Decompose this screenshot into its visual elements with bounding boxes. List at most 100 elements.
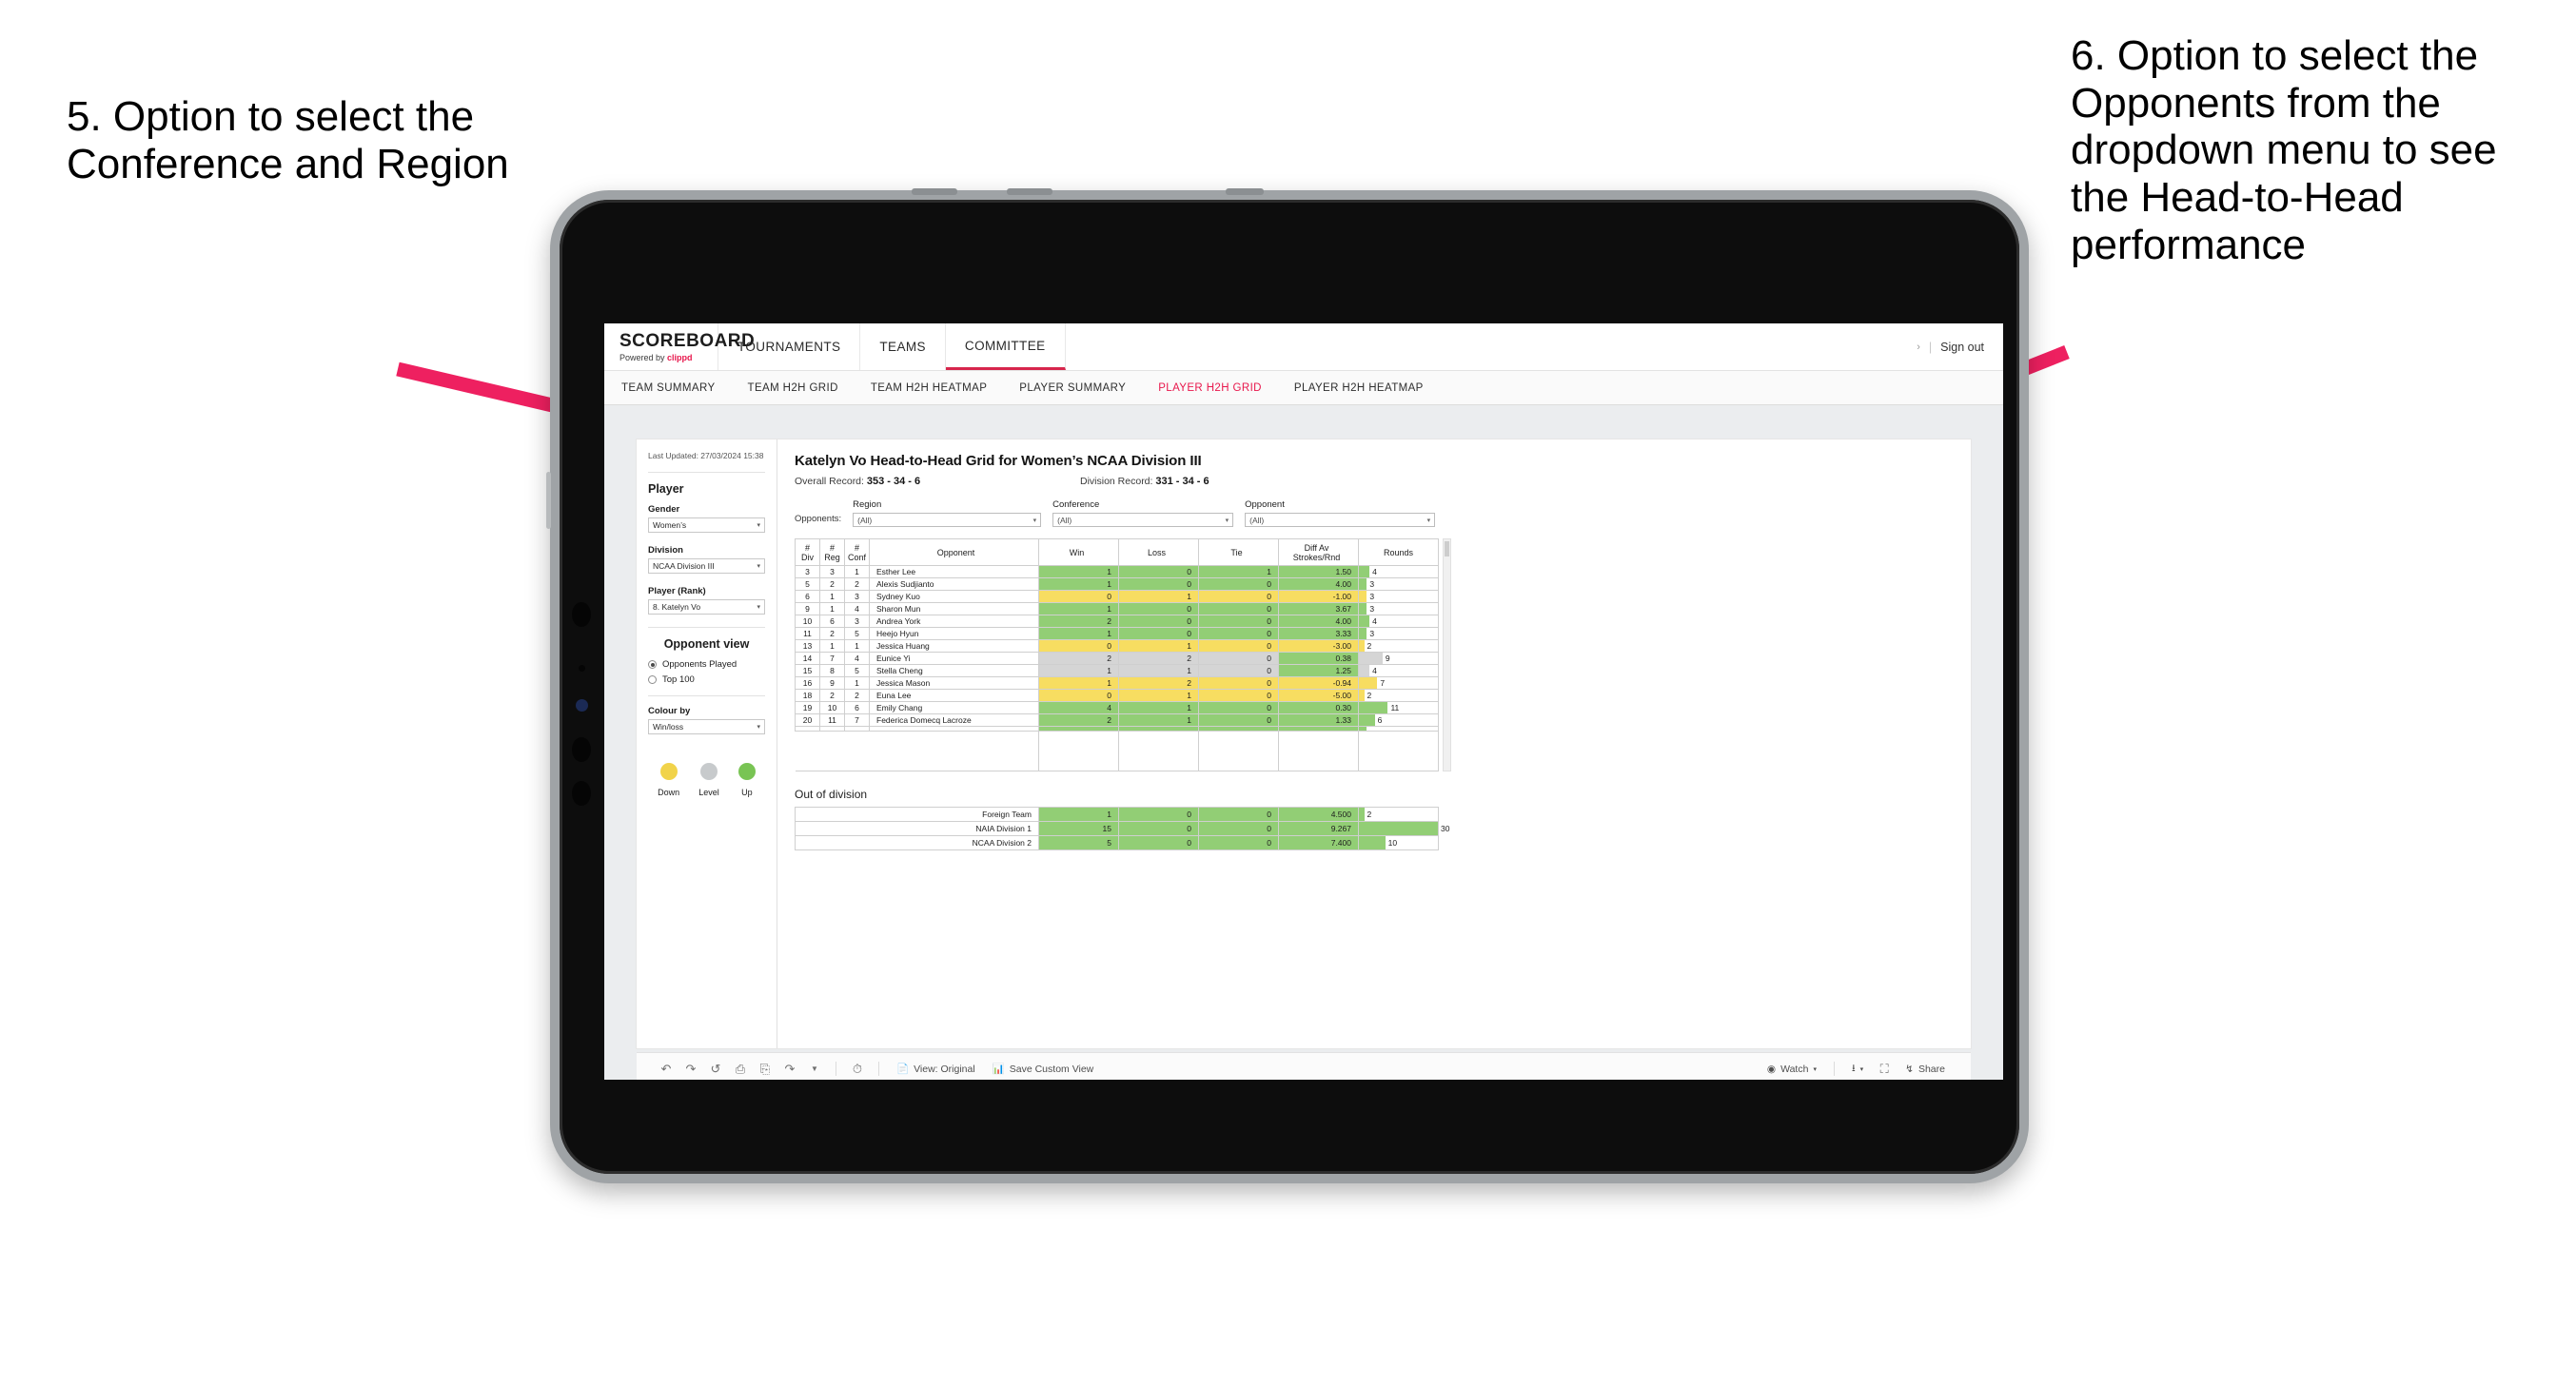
conference-dropdown[interactable]: (All) ▾ bbox=[1052, 513, 1234, 527]
tablet-bezel: SCOREBOARD Powered by clippd TOURNAMENTS… bbox=[560, 200, 2019, 1174]
conference-value: (All) bbox=[1057, 515, 1072, 525]
col-header-opponent: Opponent bbox=[869, 538, 1040, 566]
table-row[interactable]: 5 2 2 Alexis Sudjianto 1 0 0 4.00 3 bbox=[795, 577, 1440, 591]
cell-conf: 5 bbox=[843, 664, 871, 677]
opponent-dropdown[interactable]: (All) ▾ bbox=[1245, 513, 1436, 527]
table-row[interactable]: 20 11 7 Federica Domecq Lacroze 2 1 0 1.33 6 bbox=[795, 713, 1440, 727]
cell-div: 9 bbox=[795, 602, 820, 615]
table-row[interactable]: 15 8 5 Stella Cheng 1 1 0 1.25 4 bbox=[795, 664, 1440, 677]
share-button[interactable]: ↯ Share bbox=[1897, 1064, 1954, 1075]
dashboard-card: Last Updated: 27/03/2024 15:38 Player Ge… bbox=[637, 439, 1971, 1048]
player-rank-select[interactable]: 8. Katelyn Vo ▾ bbox=[648, 599, 765, 615]
bottom-toolbar: ↶ ↷ ↺ ⎙ ⎘ ↷ ▼ ⏱ 📄 View: Original 📊 Save … bbox=[637, 1052, 1971, 1080]
redo-arrow-icon[interactable]: ↷ bbox=[777, 1062, 802, 1077]
chevron-right-icon[interactable]: › bbox=[1917, 342, 1920, 353]
cell-diff: 1.25 bbox=[1278, 664, 1360, 677]
filters-row: Opponents: Region (All) ▾ Conference (Al… bbox=[795, 499, 1954, 527]
watch-label: Watch bbox=[1780, 1063, 1809, 1075]
subnav-player-h2h-heatmap[interactable]: PLAYER H2H HEATMAP bbox=[1294, 382, 1424, 394]
cell-group-name: NCAA Division 2 bbox=[795, 835, 1039, 850]
cell-tie: 0 bbox=[1198, 577, 1280, 591]
cell-tie: 1 bbox=[1198, 565, 1280, 578]
undo-icon[interactable]: ↶ bbox=[654, 1062, 678, 1077]
radio-top-100[interactable]: Top 100 bbox=[648, 674, 765, 685]
nav-item-teams[interactable]: TEAMS bbox=[860, 323, 946, 370]
cell-rounds: 4 bbox=[1358, 565, 1440, 578]
col-header-win: Win bbox=[1038, 538, 1120, 566]
subnav-team-h2h-heatmap[interactable]: TEAM H2H HEATMAP bbox=[871, 382, 987, 394]
table-row[interactable]: 10 6 3 Andrea York 2 0 0 4.00 4 bbox=[795, 615, 1440, 628]
download-button[interactable]: ⭳ ▾ bbox=[1843, 1061, 1872, 1078]
legend-item-level: Level bbox=[698, 763, 719, 797]
out-of-division-row[interactable]: NCAA Division 2 5 0 0 7.400 10 bbox=[795, 835, 1439, 850]
device-button-c bbox=[1226, 188, 1264, 195]
annotation-5-text: 5. Option to select the Conference and R… bbox=[67, 93, 509, 187]
h2h-table: # Div # Reg # Conf Opponent Win Loss Tie Di… bbox=[795, 538, 1440, 771]
table-row[interactable]: 13 1 1 Jessica Huang 0 1 0 -3.00 2 bbox=[795, 639, 1440, 653]
cell-rounds: 2 bbox=[1358, 807, 1439, 822]
region-dropdown[interactable]: (All) ▾ bbox=[853, 513, 1042, 527]
cell-diff: 0.30 bbox=[1278, 701, 1360, 714]
subnav-team-summary[interactable]: TEAM SUMMARY bbox=[621, 382, 716, 394]
filter-sidebar: Last Updated: 27/03/2024 15:38 Player Ge… bbox=[637, 439, 777, 1048]
table-row[interactable]: 9 1 4 Sharon Mun 1 0 0 3.67 3 bbox=[795, 602, 1440, 615]
watch-button[interactable]: ◉ Watch ▾ bbox=[1759, 1064, 1825, 1075]
subnav-team-h2h-grid[interactable]: TEAM H2H GRID bbox=[748, 382, 838, 394]
subnav-player-summary[interactable]: PLAYER SUMMARY bbox=[1019, 382, 1126, 394]
cell-div: 20 bbox=[795, 713, 820, 727]
cell-rounds: 3 bbox=[1358, 577, 1440, 591]
save-custom-view-button[interactable]: 📊 Save Custom View bbox=[984, 1063, 1103, 1076]
cell-reg: 3 bbox=[819, 565, 845, 578]
table-row[interactable]: 16 9 1 Jessica Mason 1 2 0 -0.94 7 bbox=[795, 676, 1440, 690]
sign-out-link[interactable]: Sign out bbox=[1940, 341, 1984, 354]
table-row[interactable]: 3 3 1 Esther Lee 1 0 1 1.50 4 bbox=[795, 565, 1440, 578]
cell-div: 11 bbox=[795, 627, 820, 640]
colour-by-select[interactable]: Win/loss ▾ bbox=[648, 719, 765, 735]
table-row[interactable]: 18 2 2 Euna Lee 0 1 0 -5.00 2 bbox=[795, 689, 1440, 702]
cell-conf: 4 bbox=[843, 602, 871, 615]
nav-item-committee[interactable]: COMMITTEE bbox=[945, 323, 1066, 370]
chevron-down-icon[interactable]: ▼ bbox=[802, 1064, 827, 1073]
cell-diff: 4.500 bbox=[1278, 807, 1359, 822]
view-original-button[interactable]: 📄 View: Original bbox=[888, 1063, 984, 1076]
pause-icon[interactable]: ⏱ bbox=[845, 1062, 870, 1077]
nav-item-tournaments[interactable]: TOURNAMENTS bbox=[718, 323, 861, 370]
player-rank-label: Player (Rank) bbox=[648, 586, 706, 597]
table-row[interactable]: 19 10 6 Emily Chang 4 1 0 0.30 11 bbox=[795, 701, 1440, 714]
out-of-division-row[interactable]: NAIA Division 1 15 0 0 9.267 30 bbox=[795, 821, 1449, 836]
cell-win: 2 bbox=[1038, 713, 1120, 727]
fullscreen-icon[interactable]: ⛶ bbox=[1872, 1062, 1897, 1077]
cell-reg: 6 bbox=[819, 615, 845, 628]
cell-reg: 1 bbox=[819, 639, 845, 653]
division-record-value: 331 - 34 - 6 bbox=[1155, 476, 1209, 487]
brand-logo[interactable]: SCOREBOARD Powered by clippd bbox=[604, 323, 755, 370]
division-select[interactable]: NCAA Division III ▾ bbox=[648, 558, 765, 575]
chevron-down-icon: ▾ bbox=[1426, 517, 1431, 524]
cell-tie: 0 bbox=[1198, 615, 1280, 628]
cell-diff: -3.00 bbox=[1278, 639, 1360, 653]
cell-loss: 2 bbox=[1118, 652, 1200, 665]
refresh-data-icon[interactable]: ⎙ bbox=[728, 1062, 753, 1077]
cell-tie: 0 bbox=[1198, 689, 1280, 702]
region-filter-group: Region (All) ▾ bbox=[853, 499, 1042, 527]
opponent-label: Opponent bbox=[1245, 499, 1285, 510]
cell-loss: 1 bbox=[1118, 713, 1200, 727]
out-of-division-row[interactable]: Foreign Team 1 0 0 4.500 2 bbox=[795, 807, 1439, 822]
table-row[interactable]: 14 7 4 Eunice Yi 2 2 0 0.38 9 bbox=[795, 652, 1440, 665]
redo-icon[interactable]: ↷ bbox=[678, 1062, 703, 1077]
table-row[interactable]: 6 1 3 Sydney Kuo 0 1 0 -1.00 3 bbox=[795, 590, 1440, 603]
save-icon: 📊 bbox=[992, 1064, 1005, 1075]
cell-rounds: 7 bbox=[1358, 676, 1440, 690]
radio-opponents-played[interactable]: Opponents Played bbox=[648, 659, 765, 670]
table-scrollbar[interactable] bbox=[1443, 538, 1452, 771]
gender-select[interactable]: Women’s ▾ bbox=[648, 517, 765, 534]
subnav-player-h2h-grid[interactable]: PLAYER H2H GRID bbox=[1158, 382, 1262, 394]
pause-auto-update-icon[interactable]: ⎘ bbox=[753, 1062, 777, 1077]
chevron-down-icon: ▾ bbox=[1813, 1065, 1817, 1073]
watch-icon: ◉ bbox=[1766, 1063, 1777, 1075]
region-label: Region bbox=[853, 499, 882, 510]
table-row[interactable]: 11 2 5 Heejo Hyun 1 0 0 3.33 3 bbox=[795, 627, 1440, 640]
revert-icon[interactable]: ↺ bbox=[703, 1062, 728, 1077]
cell-loss: 0 bbox=[1118, 627, 1200, 640]
scrollbar-thumb[interactable] bbox=[1445, 541, 1450, 556]
